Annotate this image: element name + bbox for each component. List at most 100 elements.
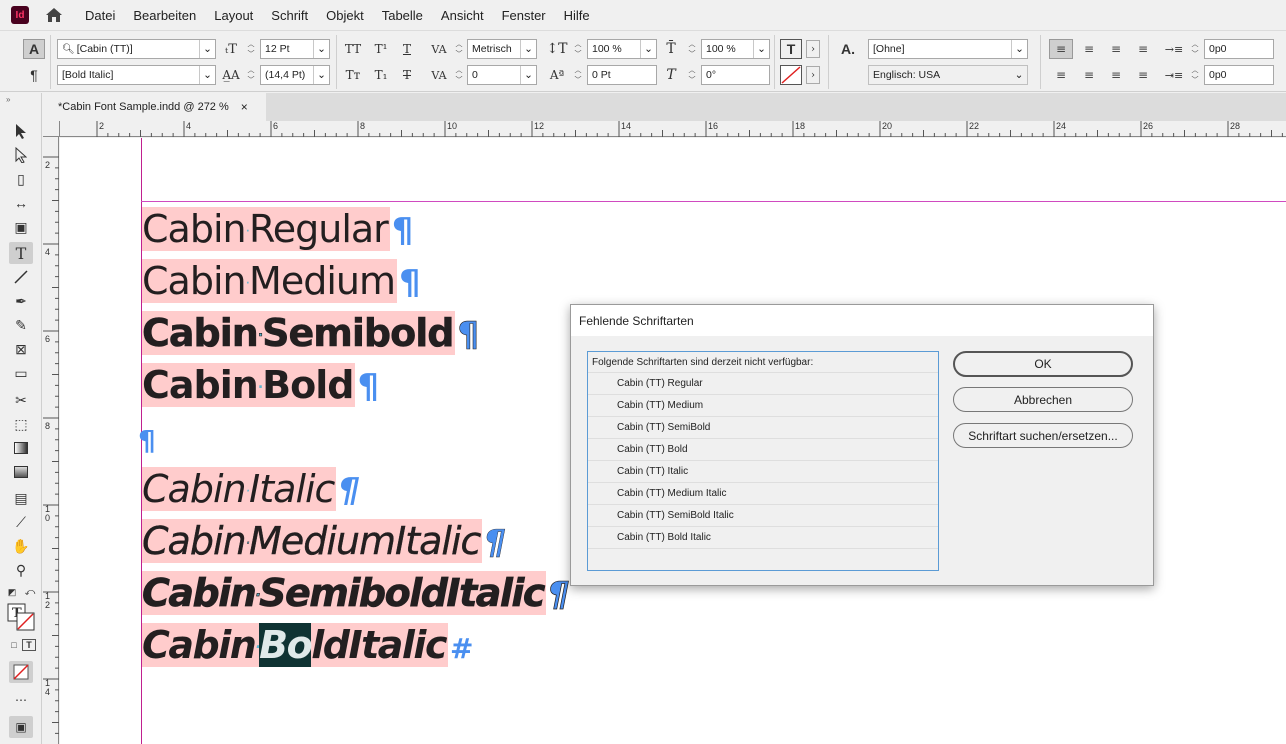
ok-button[interactable]: OK — [953, 351, 1133, 377]
note-tool-icon[interactable]: ▤ — [9, 487, 33, 509]
chevron-down-icon[interactable]: ⌄ — [313, 40, 329, 58]
chevron-right-icon[interactable]: › — [806, 40, 820, 58]
menu-tabelle[interactable]: Tabelle — [373, 8, 432, 23]
gradient-swatch-tool-icon[interactable] — [9, 437, 33, 459]
home-icon[interactable] — [44, 5, 64, 25]
subscript-icon[interactable]: T₁ — [370, 65, 392, 85]
chevron-down-icon[interactable]: ⌄ — [313, 66, 329, 84]
direct-selection-tool-icon[interactable] — [9, 144, 33, 166]
missing-fonts-list[interactable]: Folgende Schriftarten sind derzeit nicht… — [587, 351, 939, 571]
justify-all-icon[interactable]: ≡ — [1131, 65, 1155, 85]
small-caps-icon[interactable]: Tт — [342, 65, 364, 85]
justify-center-icon[interactable]: ≡ — [1077, 65, 1101, 85]
tracking-stepper[interactable]: ︿ ﹀ — [453, 65, 465, 85]
font-size-field[interactable]: 12 Pt ⌄ — [260, 39, 330, 59]
character-mode-icon[interactable]: A — [23, 39, 45, 59]
menu-hilfe[interactable]: Hilfe — [555, 8, 599, 23]
menu-ansicht[interactable]: Ansicht — [432, 8, 493, 23]
all-caps-icon[interactable]: TT — [342, 39, 364, 59]
menu-schrift[interactable]: Schrift — [262, 8, 317, 23]
character-style-field[interactable]: [Ohne] ⌄ — [868, 39, 1028, 59]
page-tool-icon[interactable]: ▯ — [9, 168, 33, 190]
underline-icon[interactable]: T — [396, 39, 418, 59]
list-item[interactable]: Cabin (TT) SemiBold — [588, 416, 938, 438]
justify-right-icon[interactable]: ≡ — [1104, 65, 1128, 85]
pencil-tool-icon[interactable]: ✎ — [9, 314, 33, 336]
list-item[interactable]: Cabin (TT) Bold Italic — [588, 526, 938, 548]
text-line-regular[interactable]: Cabin·Regular ¶ — [142, 203, 413, 255]
eyedropper-tool-icon[interactable]: ⟋ — [9, 511, 33, 533]
panel-collapse-icon[interactable]: » — [6, 95, 10, 104]
vertical-scale-field[interactable]: 100 % ⌄ — [587, 39, 657, 59]
ruler-origin[interactable] — [43, 121, 60, 137]
text-line-italic[interactable]: Cabin·Italic ¶ — [142, 463, 360, 515]
chevron-down-icon[interactable]: ⌄ — [753, 40, 769, 58]
text-selection[interactable]: Bo — [259, 623, 313, 667]
text-stroke-none-icon[interactable] — [780, 65, 802, 85]
leading-stepper[interactable]: ︿ ﹀ — [245, 65, 257, 85]
text-line-bold-italic[interactable]: Cabin·BoldItalic # — [142, 619, 473, 671]
text-fill-icon[interactable]: T — [780, 39, 802, 59]
view-mode-icon[interactable]: ⋯ — [9, 689, 33, 711]
text-line-bold[interactable]: Cabin·Bold ¶ — [142, 359, 379, 411]
list-item[interactable]: Cabin (TT) Medium — [588, 394, 938, 416]
align-left-icon[interactable]: ≡ — [1049, 39, 1073, 59]
chevron-down-icon[interactable]: ⌄ — [1011, 66, 1027, 84]
find-replace-font-button[interactable]: Schriftart suchen/ersetzen... — [953, 423, 1133, 448]
vertical-ruler[interactable]: 2 4 6 8 1 0 1 2 1 4 — [43, 137, 59, 744]
align-right-icon[interactable]: ≡ — [1104, 39, 1128, 59]
left-indent-field[interactable]: 0p0 — [1204, 39, 1274, 59]
menu-objekt[interactable]: Objekt — [317, 8, 373, 23]
paragraph-mode-icon[interactable]: ¶ — [23, 65, 45, 85]
text-line-medium-italic[interactable]: Cabin·MediumItalic ¶ — [142, 515, 506, 567]
vertical-scale-stepper[interactable]: ︿ ﹀ — [572, 39, 584, 59]
cancel-button[interactable]: Abbrechen — [953, 387, 1133, 412]
line-tool-icon[interactable] — [9, 266, 33, 288]
text-line-semibold[interactable]: Cabin·Semibold ¶ — [142, 307, 480, 359]
gradient-feather-tool-icon[interactable] — [9, 461, 33, 483]
chevron-down-icon[interactable]: ⌄ — [520, 40, 536, 58]
fill-stroke-swatch-icon[interactable]: T — [7, 603, 35, 631]
hand-tool-icon[interactable]: ✋ — [9, 535, 33, 557]
default-colors-icon[interactable]: ◩ — [6, 586, 18, 598]
pen-tool-icon[interactable]: ✒ — [9, 290, 33, 312]
first-line-indent-field[interactable]: 0p0 — [1204, 65, 1274, 85]
justify-left-icon[interactable]: ≡ — [1049, 65, 1073, 85]
formatting-text-icon[interactable]: T — [22, 639, 36, 651]
menu-layout[interactable]: Layout — [205, 8, 262, 23]
horizontal-scale-field[interactable]: 100 % ⌄ — [701, 39, 770, 59]
chevron-down-icon[interactable]: ⌄ — [199, 66, 215, 84]
chevron-down-icon[interactable]: ⌄ — [640, 40, 656, 58]
align-towards-spine-icon[interactable]: ≡ — [1131, 39, 1155, 59]
type-tool-icon[interactable]: T — [9, 242, 33, 264]
scissors-tool-icon[interactable]: ✂ — [9, 389, 33, 411]
rectangle-frame-tool-icon[interactable]: ⊠ — [9, 338, 33, 360]
list-item[interactable]: Cabin (TT) Bold — [588, 438, 938, 460]
superscript-icon[interactable]: T¹ — [370, 39, 392, 59]
tracking-field[interactable]: 0 ⌄ — [467, 65, 537, 85]
chevron-right-icon[interactable]: › — [806, 66, 820, 84]
screen-mode-icon[interactable]: ▣ — [9, 716, 33, 738]
horizontal-scale-stepper[interactable]: ︿ ﹀ — [686, 39, 698, 59]
free-transform-tool-icon[interactable]: ⬚ — [9, 413, 33, 435]
list-item[interactable]: Cabin (TT) Medium Italic — [588, 482, 938, 504]
chevron-down-icon[interactable]: ⌄ — [1011, 40, 1027, 58]
kerning-field[interactable]: Metrisch ⌄ — [467, 39, 537, 59]
align-center-icon[interactable]: ≡ — [1077, 39, 1101, 59]
font-style-field[interactable]: [Bold Italic] ⌄ — [57, 65, 216, 85]
baseline-shift-field[interactable]: 0 Pt — [587, 65, 657, 85]
chevron-down-icon[interactable]: ⌄ — [520, 66, 536, 84]
selection-tool-icon[interactable] — [9, 120, 33, 142]
font-family-field[interactable]: 🔍︎ [Cabin (TT)] ⌄ — [57, 39, 216, 59]
rectangle-tool-icon[interactable]: ▭ — [9, 362, 33, 384]
kerning-stepper[interactable]: ︿ ﹀ — [453, 39, 465, 59]
text-line-medium[interactable]: Cabin·Medium ¶ — [142, 255, 421, 307]
left-indent-stepper[interactable]: ︿ ﹀ — [1189, 39, 1201, 59]
chevron-down-icon[interactable]: ⌄ — [199, 40, 215, 58]
document-tab[interactable]: *Cabin Font Sample.indd @ 272 % × — [44, 93, 266, 121]
leading-field[interactable]: (14,4 Pt) ⌄ — [260, 65, 330, 85]
skew-field[interactable]: 0° — [701, 65, 770, 85]
zoom-tool-icon[interactable]: ⚲ — [9, 559, 33, 581]
strikethrough-icon[interactable]: T — [396, 65, 418, 85]
apply-none-icon[interactable] — [9, 661, 33, 683]
